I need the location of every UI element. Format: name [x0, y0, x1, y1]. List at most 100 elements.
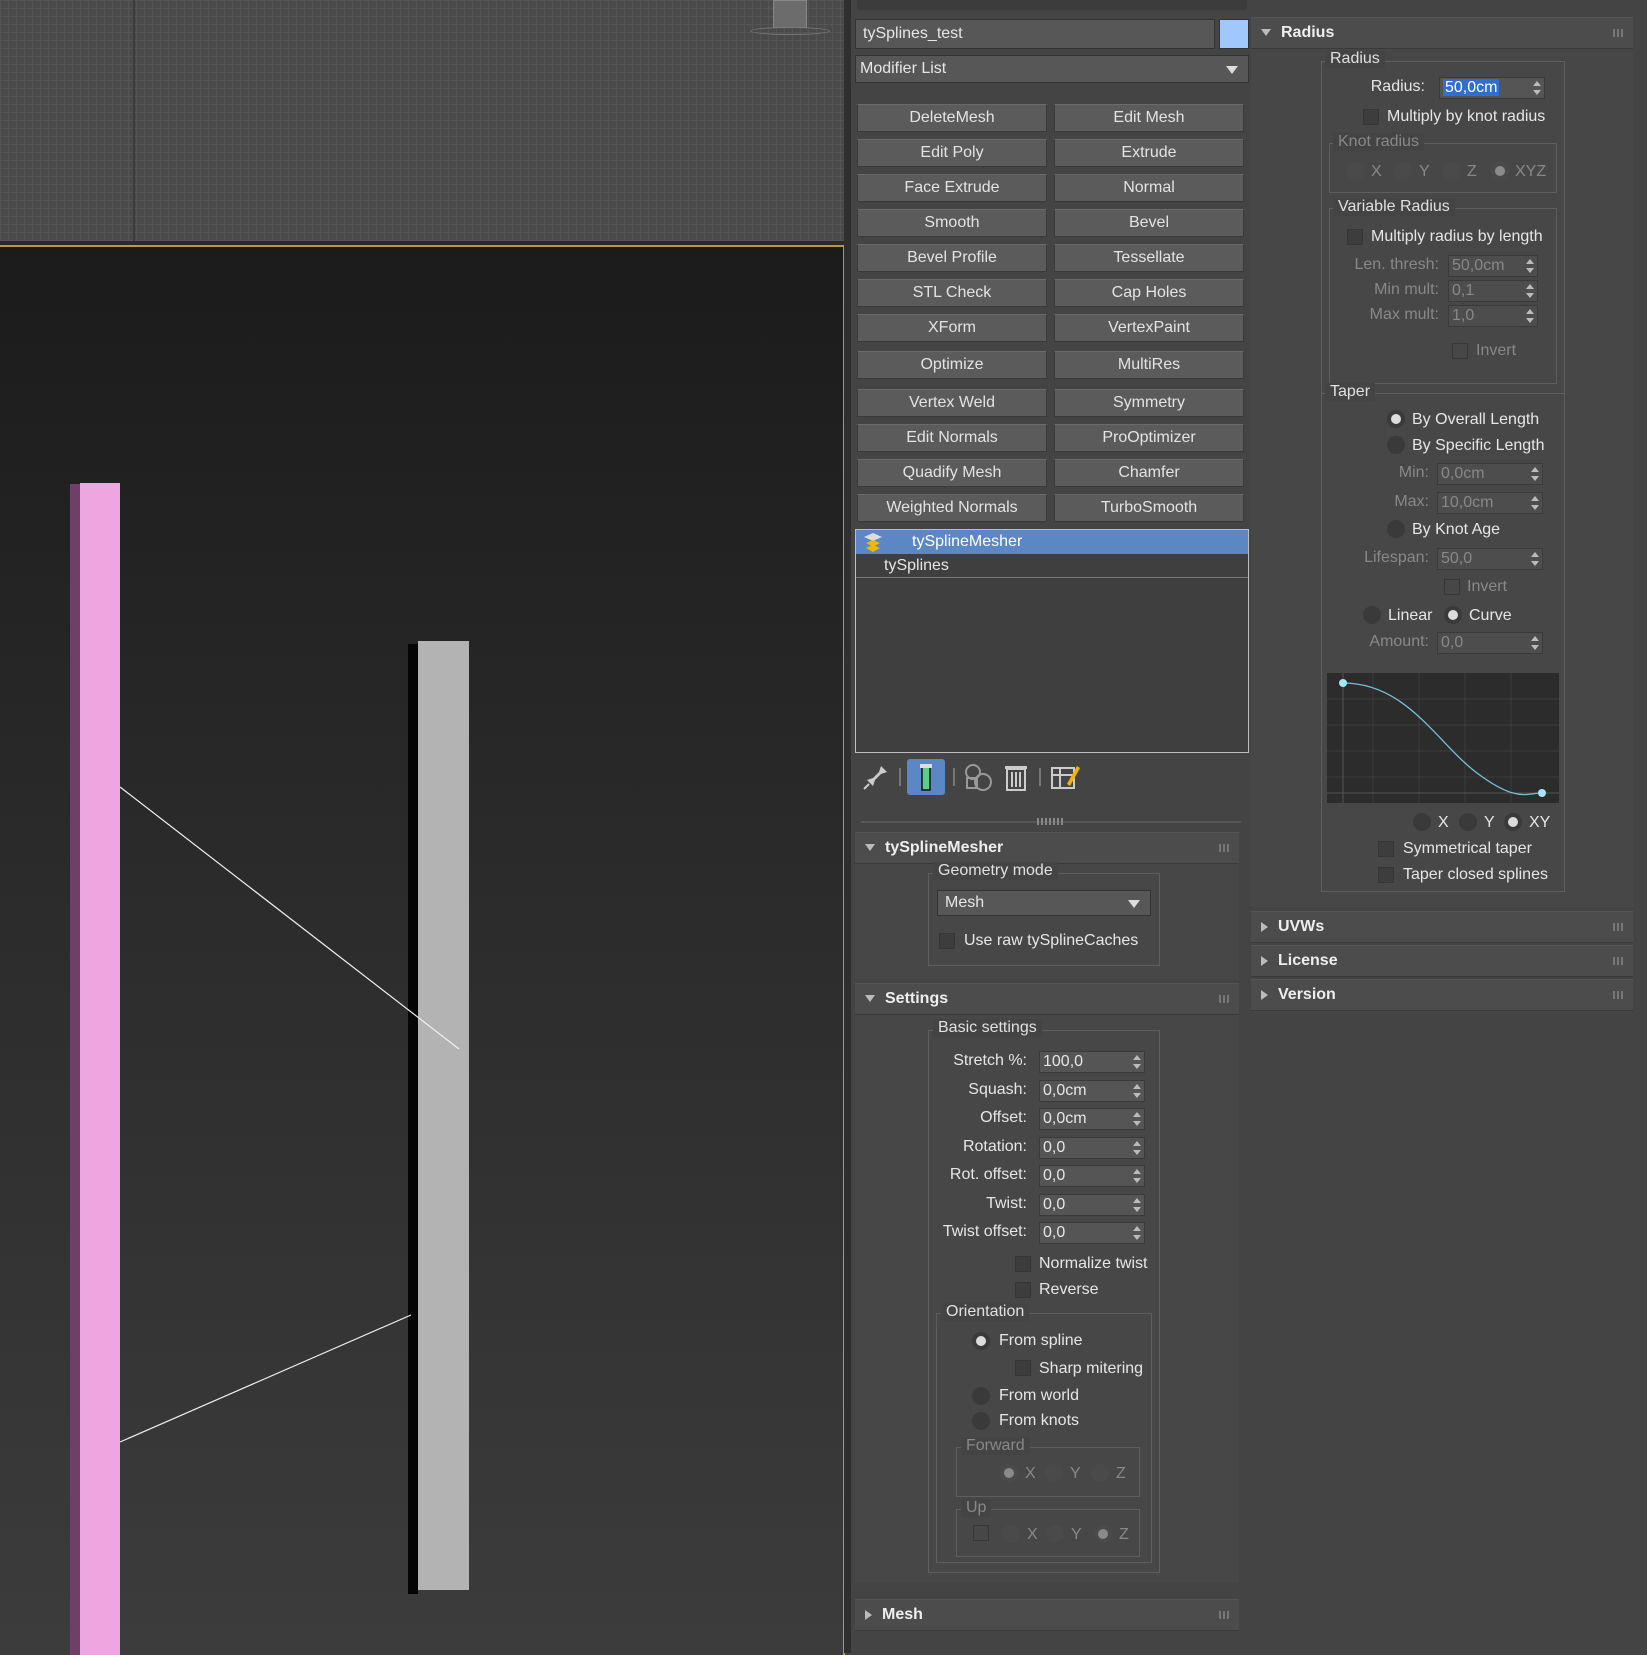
command-panel-tabs[interactable]: [857, 0, 1247, 10]
taper-curve-graph[interactable]: [1327, 673, 1559, 803]
top-viewport[interactable]: [0, 0, 844, 244]
spinner-arrows-icon[interactable]: [1133, 1111, 1141, 1127]
spinner-arrows-icon[interactable]: [1526, 283, 1534, 299]
spinner-arrows-icon[interactable]: [1533, 80, 1541, 96]
rollout-header[interactable]: Radius: [1251, 17, 1633, 49]
spinner-arrows-icon[interactable]: [1531, 466, 1539, 482]
spinner-arrows-icon[interactable]: [1133, 1083, 1141, 1099]
up-y-radio[interactable]: [1046, 1525, 1064, 1543]
curve-radio[interactable]: [1444, 606, 1462, 624]
from-world-radio[interactable]: [972, 1387, 990, 1405]
rollout-header[interactable]: Settings: [855, 983, 1239, 1015]
geometry-mode-dropdown[interactable]: Mesh: [937, 890, 1151, 916]
modifier-button[interactable]: Face Extrude: [857, 174, 1047, 202]
configure-modifier-sets-icon[interactable]: [1047, 760, 1081, 794]
min-mult-spinner[interactable]: 0,1: [1448, 280, 1538, 302]
use-raw-checkbox[interactable]: [939, 933, 955, 949]
modifier-button[interactable]: Optimize: [857, 351, 1047, 379]
spinner-arrows-icon[interactable]: [1531, 551, 1539, 567]
spinner-arrows-icon[interactable]: [1133, 1054, 1141, 1070]
rollout-uvws-header[interactable]: UVWs: [1251, 911, 1633, 943]
modifier-button[interactable]: Extrude: [1054, 139, 1244, 167]
up-x-radio[interactable]: [1002, 1525, 1020, 1543]
spinner-arrows-icon[interactable]: [1133, 1225, 1141, 1241]
spinner-arrows-icon[interactable]: [1531, 635, 1539, 651]
settings-field-spinner[interactable]: 100,0: [1039, 1051, 1145, 1073]
modifier-button[interactable]: ProOptimizer: [1054, 424, 1244, 452]
stack-item-selected[interactable]: tySplineMesher: [856, 530, 1248, 554]
modifier-list-dropdown[interactable]: Modifier List: [855, 55, 1249, 83]
knot-y-radio[interactable]: [1394, 162, 1412, 180]
multiply-length-checbox[interactable]: [1347, 229, 1363, 245]
pin-stack-icon[interactable]: [859, 760, 893, 794]
modifier-button[interactable]: XForm: [857, 314, 1047, 342]
up-flip-checkbox[interactable]: [973, 1525, 989, 1541]
rollout-license-header[interactable]: License: [1251, 945, 1633, 977]
spinner-arrows-icon[interactable]: [1531, 495, 1539, 511]
sharp-mitering-checkbox[interactable]: [1015, 1360, 1031, 1376]
modifier-button[interactable]: Bevel: [1054, 209, 1244, 237]
modifier-button[interactable]: Weighted Normals: [857, 494, 1047, 522]
curve-y-radio[interactable]: [1459, 813, 1477, 831]
modifier-button[interactable]: Edit Mesh: [1054, 104, 1244, 132]
splitter-grip[interactable]: [1037, 818, 1065, 825]
knot-x-radio[interactable]: [1347, 162, 1365, 180]
spinner-arrows-icon[interactable]: [1526, 308, 1534, 324]
modifier-button[interactable]: MultiRes: [1054, 351, 1244, 379]
make-unique-icon[interactable]: [961, 760, 995, 794]
modifier-button[interactable]: Tessellate: [1054, 244, 1244, 272]
lifespan-spinner[interactable]: 50,0: [1437, 548, 1543, 570]
modifier-button[interactable]: Bevel Profile: [857, 244, 1047, 272]
taper-invert-checkbox[interactable]: [1444, 579, 1460, 595]
modifier-button[interactable]: TurboSmooth: [1054, 494, 1244, 522]
settings-field-spinner[interactable]: 0,0cm: [1039, 1108, 1145, 1130]
linear-radio[interactable]: [1363, 606, 1381, 624]
modifier-button[interactable]: Cap Holes: [1054, 279, 1244, 307]
modifier-button[interactable]: STL Check: [857, 279, 1047, 307]
spinner-arrows-icon[interactable]: [1133, 1140, 1141, 1156]
knot-z-radio[interactable]: [1443, 162, 1461, 180]
up-z-radio[interactable]: [1094, 1525, 1112, 1543]
perspective-viewport[interactable]: [0, 245, 845, 1655]
modifier-button[interactable]: VertexPaint: [1054, 314, 1244, 342]
settings-field-spinner[interactable]: 0,0: [1039, 1222, 1145, 1244]
symmetrical-taper-checkbox[interactable]: [1378, 841, 1394, 857]
radius-spinner[interactable]: 50,0cm: [1439, 77, 1545, 99]
modifier-on-icon[interactable]: [862, 531, 884, 553]
normalize-twist-checkbox[interactable]: [1015, 1256, 1031, 1272]
modifier-button[interactable]: Vertex Weld: [857, 389, 1047, 417]
amount-spinner[interactable]: 0,0: [1437, 632, 1543, 654]
modifier-button[interactable]: DeleteMesh: [857, 104, 1047, 132]
spinner-arrows-icon[interactable]: [1133, 1168, 1141, 1184]
modifier-button[interactable]: Edit Normals: [857, 424, 1047, 452]
knot-xyz-radio[interactable]: [1491, 162, 1509, 180]
stack-item[interactable]: tySplines: [856, 554, 1248, 578]
settings-field-spinner[interactable]: 0,0cm: [1039, 1079, 1145, 1102]
reverse-checkbox[interactable]: [1015, 1282, 1031, 1298]
from-spline-radio[interactable]: [972, 1332, 990, 1350]
curve-x-radio[interactable]: [1413, 813, 1431, 831]
max-mult-spinner[interactable]: 1,0: [1448, 305, 1538, 327]
drag-handle-icon[interactable]: [1219, 1611, 1229, 1619]
by-overall-length-radio[interactable]: [1387, 410, 1405, 428]
settings-field-spinner[interactable]: 0,0: [1039, 1193, 1145, 1216]
modifier-button[interactable]: Chamfer: [1054, 459, 1244, 487]
object-color-swatch[interactable]: [1219, 19, 1249, 49]
drag-handle-icon[interactable]: [1613, 923, 1623, 931]
len-thresh-spinner[interactable]: 50,0cm: [1448, 255, 1538, 277]
invert-radius-checkbox[interactable]: [1452, 343, 1468, 359]
drag-handle-icon[interactable]: [1219, 995, 1229, 1003]
forward-y-radio[interactable]: [1045, 1464, 1063, 1482]
spinner-arrows-icon[interactable]: [1133, 1197, 1141, 1213]
from-knots-radio[interactable]: [972, 1412, 990, 1430]
multiply-knot-radius-checkbox[interactable]: [1363, 109, 1379, 125]
forward-x-radio[interactable]: [1000, 1464, 1018, 1482]
drag-handle-icon[interactable]: [1613, 957, 1623, 965]
spinner-arrows-icon[interactable]: [1526, 258, 1534, 274]
taper-min-spinner[interactable]: 0,0cm: [1437, 463, 1543, 485]
modifier-button[interactable]: Smooth: [857, 209, 1047, 237]
by-specific-length-radio[interactable]: [1387, 436, 1405, 454]
drag-handle-icon[interactable]: [1613, 991, 1623, 999]
drag-handle-icon[interactable]: [1219, 844, 1229, 852]
settings-field-spinner[interactable]: 0,0: [1039, 1136, 1145, 1159]
